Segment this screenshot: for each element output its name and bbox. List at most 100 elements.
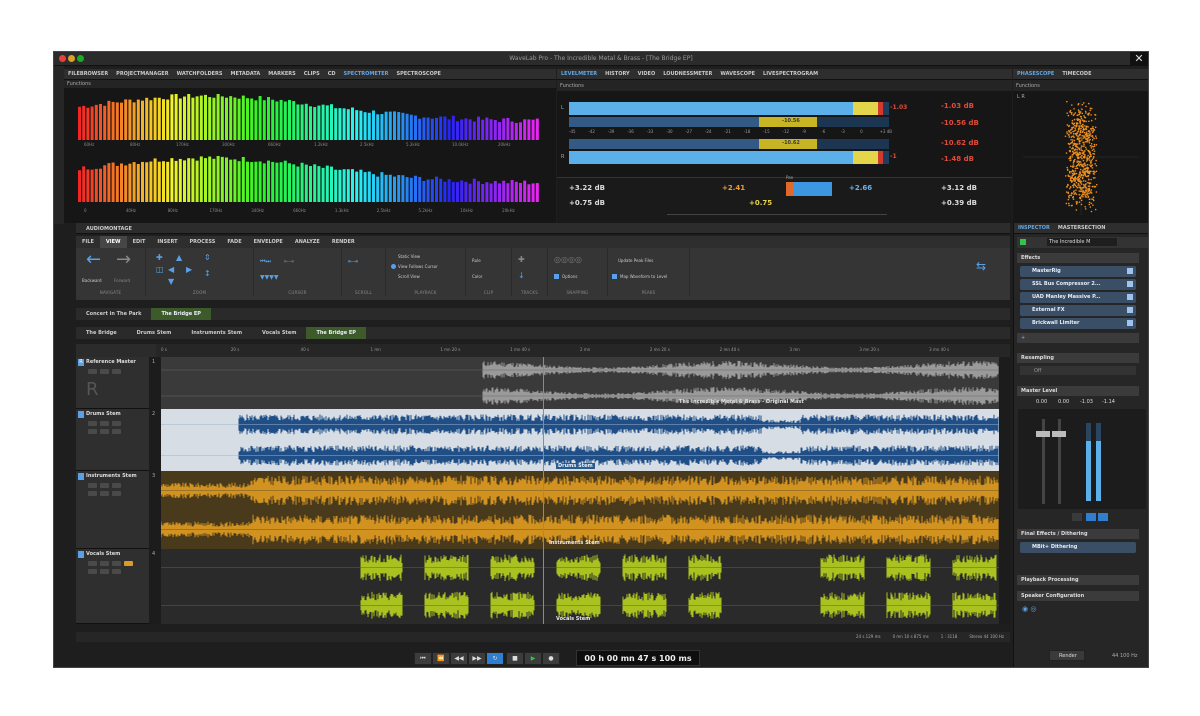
stem-tab-3[interactable]: Vocals Stem: [252, 327, 306, 339]
zoom-vertical-icon[interactable]: ↕: [204, 270, 211, 278]
effect-power-icon-1[interactable]: [1127, 281, 1133, 287]
effect-power-icon-4[interactable]: [1127, 320, 1133, 326]
track-down-icon[interactable]: ↓: [518, 272, 525, 280]
scroll-view-option[interactable]: Scroll View: [398, 274, 420, 279]
ribbon-tab-1[interactable]: VIEW: [99, 236, 127, 248]
stop-button[interactable]: ■: [506, 652, 524, 665]
meter-tab-2[interactable]: VIDEO: [634, 69, 660, 79]
view-follows-radio[interactable]: [391, 264, 396, 269]
lane-instruments[interactable]: Instruments Stem: [160, 471, 999, 549]
master-fader-right[interactable]: [1052, 431, 1066, 437]
link-button[interactable]: [1072, 513, 1082, 521]
ribbon-tab-0[interactable]: FILE: [76, 236, 100, 248]
prev-marker-button[interactable]: ⏪: [432, 652, 450, 665]
loop-button[interactable]: ↻: [486, 652, 504, 665]
zoom-level-icon[interactable]: ⇕: [204, 254, 211, 262]
playhead-line[interactable]: [543, 357, 544, 624]
lane-drums[interactable]: Drums Stem: [161, 409, 999, 471]
ribbon-tab-8[interactable]: RENDER: [326, 236, 361, 248]
record-button[interactable]: ●: [542, 652, 560, 665]
map-waveform-checkbox[interactable]: [612, 274, 617, 279]
effect-power-icon-3[interactable]: [1127, 307, 1133, 313]
close-icon[interactable]: ✕: [1130, 52, 1148, 66]
spectro-functions-menu[interactable]: Functions: [67, 81, 91, 87]
track-header-vocals[interactable]: Vocals Stem: [76, 549, 149, 624]
effect-slot-1[interactable]: SSL Bus Compressor 2...: [1020, 279, 1136, 290]
preset-selector[interactable]: The Incredible M: [1047, 238, 1117, 246]
lock-button[interactable]: [1098, 513, 1108, 521]
playback-processing-header[interactable]: Playback Processing: [1017, 575, 1139, 585]
ribbon-tab-7[interactable]: ANALYZE: [289, 236, 326, 248]
dithering-row[interactable]: MBit+ Dithering: [1020, 542, 1136, 553]
track-header-reference[interactable]: R Reference Master R: [76, 357, 149, 409]
meter-tab-0[interactable]: LEVELMETER: [557, 69, 601, 79]
view-follows-option[interactable]: View Follows Cursor: [398, 264, 438, 269]
effects-header[interactable]: Effects: [1017, 253, 1139, 263]
tool-tab-1[interactable]: PROJECTMANAGER: [112, 69, 172, 79]
stem-tab-2[interactable]: Instruments Stem: [181, 327, 252, 339]
meter-tab-4[interactable]: WAVESCOPE: [716, 69, 759, 79]
add-effect-icon[interactable]: +: [1021, 335, 1025, 341]
master-level-header[interactable]: Master Level: [1017, 386, 1139, 396]
resampling-row[interactable]: Off: [1020, 366, 1136, 375]
power-icon[interactable]: [1020, 239, 1026, 245]
stem-tab-1[interactable]: Drums Stem: [127, 327, 182, 339]
effect-power-icon-2[interactable]: [1127, 294, 1133, 300]
swap-arrows-icon[interactable]: ⇆: [976, 260, 986, 272]
update-peak-files[interactable]: Update Peak Files: [618, 258, 653, 263]
meter-tab-5[interactable]: LIVESPECTROGRAM: [759, 69, 822, 79]
effect-slot-0[interactable]: MasterRig: [1020, 266, 1136, 277]
clip-color-option[interactable]: Color: [472, 274, 482, 279]
tool-tab-2[interactable]: WATCHFOLDERS: [173, 69, 227, 79]
clip-rule-option[interactable]: Rule: [472, 258, 481, 263]
zoom-up-icon[interactable]: ▲: [176, 254, 182, 262]
ribbon-tab-5[interactable]: FADE: [221, 236, 247, 248]
snap-options-label[interactable]: Options: [562, 274, 577, 279]
forward-arrow-icon[interactable]: →: [116, 251, 131, 269]
tool-tab-5[interactable]: CLIPS: [300, 69, 324, 79]
zoom-fit-icon[interactable]: ◫: [156, 266, 164, 274]
final-effects-header[interactable]: Final Effects / Dithering: [1017, 529, 1139, 539]
tool-tab-8[interactable]: SPECTROSCOPE: [392, 69, 444, 79]
cursor-marker-icon[interactable]: ⇤⇥: [284, 258, 294, 266]
zoom-in-icon[interactable]: ✚: [156, 254, 163, 262]
snap-options-checkbox[interactable]: [554, 274, 559, 279]
lane-vocals[interactable]: Vocals Stem: [161, 549, 999, 624]
cursor-start-icon[interactable]: ⏮⏭: [260, 258, 271, 266]
resampling-header[interactable]: Resampling: [1017, 353, 1139, 363]
effect-power-icon-0[interactable]: [1127, 268, 1133, 274]
effect-slot-4[interactable]: Brickwall Limiter: [1020, 318, 1136, 329]
tool-tab-4[interactable]: MARKERS: [264, 69, 299, 79]
back-arrow-icon[interactable]: ←: [86, 251, 101, 269]
rewind-button[interactable]: ◀◀: [450, 652, 468, 665]
level-functions-menu[interactable]: Functions: [560, 83, 584, 89]
stem-tab-4[interactable]: The Bridge EP: [306, 327, 366, 339]
scope-tab-1[interactable]: TIMECODE: [1058, 69, 1095, 79]
map-waveform-label[interactable]: Map Waveform to Level: [620, 274, 667, 279]
meter-tab-3[interactable]: LOUDNESSMETER: [659, 69, 716, 79]
ribbon-tab-6[interactable]: ENVELOPE: [248, 236, 289, 248]
doc-tab-1[interactable]: The Bridge EP: [151, 308, 211, 320]
zoom-down-icon[interactable]: ▼: [168, 278, 174, 286]
tool-tab-6[interactable]: CD: [324, 69, 340, 79]
effect-slot-2[interactable]: UAD Manley Massive P...: [1020, 292, 1136, 303]
doc-tab-0[interactable]: Concert in The Park: [76, 308, 151, 320]
time-display[interactable]: 00 h 00 mn 47 s 100 ms: [576, 650, 700, 666]
inspector-tab-1[interactable]: MASTERSECTION: [1054, 223, 1110, 233]
speaker-config-header[interactable]: Speaker Configuration: [1017, 591, 1139, 601]
track-add-icon[interactable]: ✚: [518, 256, 525, 264]
render-button[interactable]: Render: [1049, 650, 1085, 661]
master-fader-left[interactable]: [1036, 431, 1050, 437]
scroll-icon[interactable]: ⇤⇥: [348, 258, 358, 266]
add-effect-row[interactable]: +: [1017, 333, 1139, 343]
ribbon-tab-4[interactable]: PROCESS: [184, 236, 222, 248]
inspector-tab-0[interactable]: INSPECTOR: [1014, 223, 1054, 233]
go-start-button[interactable]: ⏮: [414, 652, 432, 665]
ribbon-tab-3[interactable]: INSERT: [151, 236, 183, 248]
snap-icons[interactable]: ◎◎◎◎: [554, 256, 582, 264]
stem-tab-0[interactable]: The Bridge: [76, 327, 127, 339]
play-button[interactable]: ▶: [524, 652, 542, 665]
track-header-drums[interactable]: Drums Stem: [76, 409, 149, 471]
scope-tab-0[interactable]: PHASESCOPE: [1013, 69, 1058, 79]
zoom-right-icon[interactable]: ▶: [186, 266, 192, 274]
